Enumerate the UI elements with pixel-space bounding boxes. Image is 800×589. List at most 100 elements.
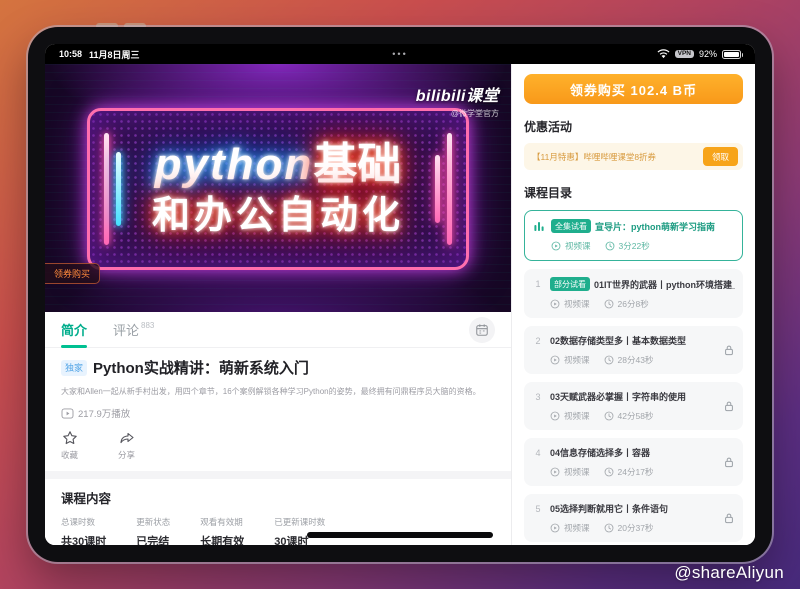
item-type: 视频课 [564,298,590,310]
star-icon [62,430,78,446]
claim-coupon-button[interactable]: 领取 [703,147,738,166]
exclusive-badge: 独家 [61,360,87,376]
play-circle-icon [550,299,560,309]
bilibili-classroom-logo: bilibili课堂 @微学堂官方 [416,82,499,119]
item-title: 宣导片：python萌新学习指南 [595,220,715,233]
battery-icon [722,50,741,59]
tab-bar: 简介 评论 883 [45,312,511,348]
right-sidebar: 领券购买 102.4 B币 优惠活动 【11月特惠】哔哩哔哩课堂8折券 领取 课… [512,64,755,545]
item-title: 01IT世界的武器丨python环境搭建_第一个 [594,278,735,291]
status-bar: 10:58 11月8日周三 ••• VPN 92% [45,44,755,64]
item-index: 4 [532,448,544,458]
multitask-dots-icon[interactable]: ••• [392,49,407,59]
clock-time: 10:58 [59,49,82,59]
item-title: 03天赋武器必掌握丨字符串的使用 [550,390,686,403]
catalog-item-current[interactable]: 全集试看 宣导片：python萌新学习指南 视频课 3分22秒 [524,210,743,261]
home-indicator[interactable] [307,532,493,538]
comments-count: 883 [141,321,154,330]
promo-text: 【11月特惠】哔哩哔哩课堂8折券 [532,151,656,163]
now-playing-icon [533,220,545,232]
clock-icon [604,467,614,477]
item-index: 3 [532,392,544,402]
video-player[interactable]: python基础 和办公自动化 bilibili课堂 @微学堂官方 领券购买 [45,64,511,312]
play-circle-icon [550,523,560,533]
item-index: 5 [532,504,544,514]
promo-banner[interactable]: 【11月特惠】哔哩哔哩课堂8折券 领取 [524,143,743,170]
play-circle-icon [551,241,561,251]
stat-updated-lessons: 已更新课时数 30课时 [274,516,325,545]
clock-icon [604,523,614,533]
catalog-item[interactable]: 2 02数据存储类型多丨基本数据类型 视频课 28分43秒 [524,326,743,374]
course-description: 大家和Allen一起从新手村出发，用四个章节，16个案例解锁各种学习Python… [61,386,495,398]
buy-with-coupon-button[interactable]: 领券购买 102.4 B币 [524,74,743,104]
screen: 10:58 11月8日周三 ••• VPN 92% [45,44,755,545]
catalog-item[interactable]: 4 04信息存储选择多丨容器 视频课 24分17秒 [524,438,743,486]
play-count: 217.9万播放 [78,406,130,420]
wifi-icon [657,49,670,59]
neon-title-line1: python基础 [155,143,402,187]
course-info-panel: 简介 评论 883 独家 [45,312,511,545]
stat-total-lessons: 总课时数 共30课时 [61,516,106,545]
clock-icon [605,241,615,251]
neon-title-line2: 和办公自动化 [152,197,404,235]
course-summary-section: 独家 Python实战精讲：萌新系统入门 大家和Allen一起从新手村出发，用四… [45,348,511,471]
course-content-title: 课程内容 [61,488,495,507]
desktop-background: 10:58 11月8日周三 ••• VPN 92% [0,0,800,589]
promo-section-title: 优惠活动 [524,118,743,135]
clock-icon [604,411,614,421]
tab-comments[interactable]: 评论 883 [113,320,154,339]
clock-date: 11月8日周三 [89,48,140,61]
catalog-section-title: 课程目录 [524,184,743,201]
tab-intro[interactable]: 简介 [61,320,87,339]
item-type: 视频课 [565,240,591,252]
trial-badge: 全集试看 [551,219,591,233]
trial-badge: 部分试看 [550,277,590,291]
watermark: @shareAliyun [674,563,784,583]
item-duration: 24分17秒 [618,466,654,478]
lock-icon [723,344,735,357]
item-index: 2 [532,336,544,346]
left-column: python基础 和办公自动化 bilibili课堂 @微学堂官方 领券购买 [45,64,512,545]
course-title: Python实战精讲：萌新系统入门 [93,357,309,378]
item-index: 1 [532,279,544,289]
clock-icon [604,355,614,365]
catalog-list: 全集试看 宣导片：python萌新学习指南 视频课 3分22秒 [524,210,743,545]
lock-icon [723,400,735,413]
neon-tube-right [447,133,452,245]
play-circle-icon [550,411,560,421]
favorite-button[interactable]: 收藏 [61,430,78,461]
item-duration: 28分43秒 [618,354,654,366]
item-title: 04信息存储选择多丨容器 [550,446,650,459]
neon-tube-right-2 [435,155,440,224]
ipad-device: 10:58 11月8日周三 ••• VPN 92% [28,27,772,562]
section-divider [45,471,511,479]
neon-tube-left [104,133,109,245]
item-type: 视频课 [564,522,590,534]
item-duration: 26分8秒 [618,298,649,310]
item-duration: 20分37秒 [618,522,654,534]
play-count-icon [61,408,74,419]
item-duration: 3分22秒 [619,240,650,252]
item-type: 视频课 [564,466,590,478]
lock-icon [723,456,735,469]
lock-icon [723,512,735,525]
stat-validity: 观看有效期 长期有效 [200,516,244,545]
calendar-button[interactable] [469,317,495,343]
catalog-item[interactable]: 1 部分试看 01IT世界的武器丨python环境搭建_第一个 视频课 [524,269,743,318]
video-coupon-badge[interactable]: 领券购买 [45,263,100,284]
item-type: 视频课 [564,410,590,422]
battery-percent: 92% [699,49,717,59]
item-title: 05选择判断就用它丨条件语句 [550,502,668,515]
item-duration: 42分58秒 [618,410,654,422]
vpn-badge: VPN [675,50,694,59]
stat-update-status: 更新状态 已完结 [136,516,170,545]
catalog-item[interactable]: 5 05选择判断就用它丨条件语句 视频课 20分37秒 [524,494,743,542]
play-circle-icon [550,467,560,477]
clock-icon [604,299,614,309]
play-circle-icon [550,355,560,365]
catalog-item[interactable]: 3 03天赋武器必掌握丨字符串的使用 视频课 42分58秒 [524,382,743,430]
neon-sign-board: python基础 和办公自动化 [87,108,469,270]
calendar-icon [475,323,489,337]
item-type: 视频课 [564,354,590,366]
share-button[interactable]: 分享 [118,430,135,461]
